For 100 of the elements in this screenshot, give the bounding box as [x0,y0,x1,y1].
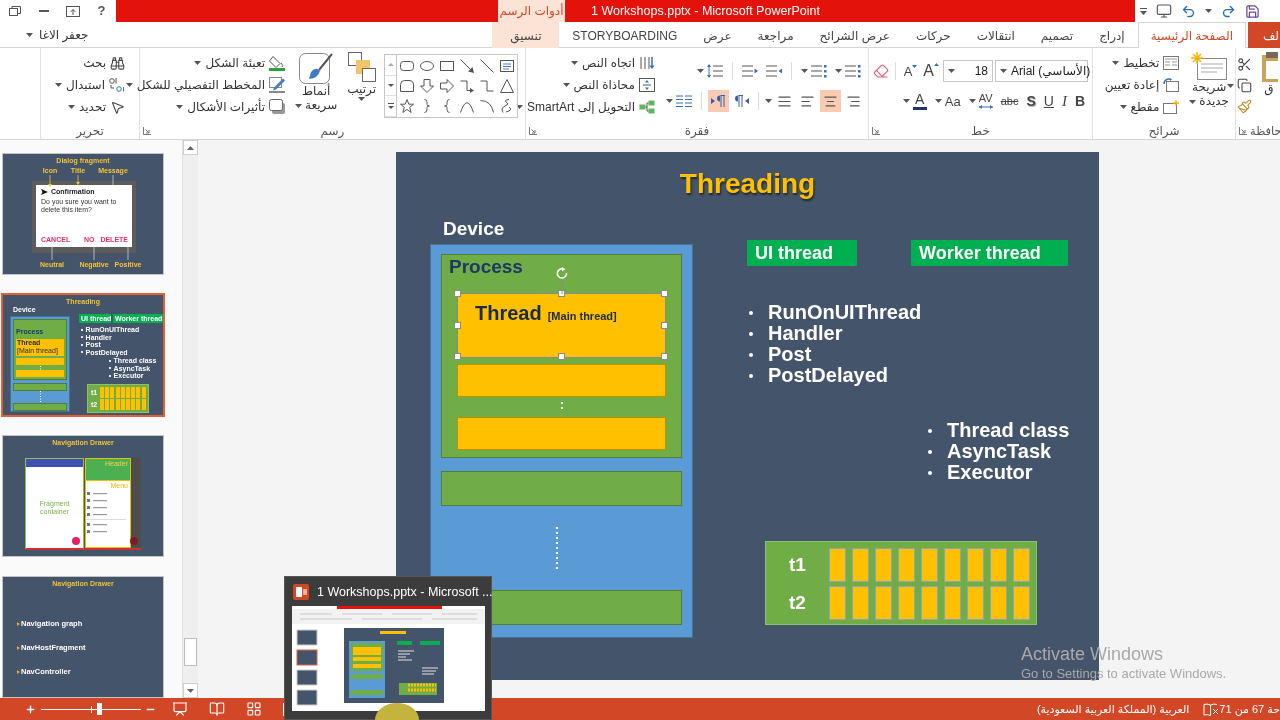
arrange-button[interactable]: ترتيب [345,52,378,101]
ribbon-tab[interactable]: STORYBOARDING [559,22,691,48]
elbow-connector-icon[interactable] [480,79,494,93]
ribbon-display-icon[interactable] [65,5,80,17]
font-name-field[interactable]: Arial (الأساسي) [995,60,1088,82]
bold-button[interactable]: B [1071,90,1088,112]
align-text-button[interactable]: محاذاة النص [560,74,657,96]
layout-button[interactable]: تخطيط [1110,52,1182,74]
copy-icon[interactable] [1237,78,1252,93]
font-color-button[interactable]: A [899,90,930,112]
scroll-up-icon[interactable] [387,63,394,67]
resize-handle-icon[interactable] [661,321,668,329]
ribbon-tab[interactable]: انتقالات [963,22,1028,48]
snip-corner-shape-icon[interactable] [400,79,414,93]
eraser-icon[interactable] [872,63,889,79]
slideshow-icon[interactable] [172,701,188,717]
save-icon[interactable] [1245,3,1260,19]
spell-check-icon[interactable] [1203,702,1220,716]
rectangle-icon[interactable] [440,59,454,73]
section-button[interactable]: مقطع [1117,96,1182,118]
dialog-launcher-icon[interactable] [529,126,537,135]
reset-button[interactable]: إعادة تعيين [1102,74,1182,96]
scissors-icon[interactable] [1237,57,1252,72]
line-icon[interactable] [480,59,494,73]
ribbon-tab[interactable]: تصميم [1027,22,1087,48]
user-account-button[interactable]: جعفر الاغا [26,22,89,47]
scroll-down-icon[interactable] [387,84,394,87]
ribbon-tab[interactable]: لف [1248,22,1280,48]
left-brace-icon[interactable] [444,99,450,113]
scroll-up-button[interactable] [183,140,198,155]
text-shadow-button[interactable]: S [1023,90,1039,112]
ribbon-tab[interactable]: الصفحة الرئيسية [1137,22,1246,48]
star-icon[interactable] [400,99,414,113]
resize-handle-icon[interactable] [557,353,565,360]
minimize-icon[interactable] [38,10,49,12]
bullet-text: Post [768,344,812,365]
zoom-slider-thumb[interactable] [96,703,102,715]
shrink-font-button[interactable]: A [901,64,920,78]
redo-icon[interactable] [1221,3,1236,19]
paintbrush-icon[interactable] [1237,99,1252,114]
ribbon-tab[interactable]: حركات [902,22,964,48]
rotate-handle-icon[interactable] [554,267,569,294]
ribbon-tab[interactable]: عرض الشرائح [806,22,903,48]
text-direction-button[interactable] [708,90,729,112]
right-arrow-icon[interactable] [440,79,454,93]
new-slide-button[interactable]: شريحة جديدة [1187,52,1231,108]
shape-effects-button[interactable]: تأثيرات الأشكال [174,96,288,118]
resize-handle-icon[interactable] [454,353,461,360]
dialog-launcher-icon[interactable] [1239,126,1247,135]
resize-handle-icon[interactable] [454,321,461,329]
italic-button[interactable]: I [1058,90,1070,112]
elbow-arrow-icon[interactable] [460,79,474,93]
rounded-rectangle-icon[interactable] [400,59,414,73]
oval-icon[interactable] [420,59,434,73]
customize-toolbar-icon[interactable] [1140,7,1147,15]
process-box [13,383,67,391]
undo-icon[interactable] [1181,3,1196,19]
shape-fill-button[interactable]: تعبئة الشكل [192,52,288,74]
reading-view-icon[interactable] [209,701,225,717]
zoom-slider[interactable] [41,703,141,715]
scroll-down-button[interactable] [183,683,198,698]
zoom-in-icon[interactable] [25,703,36,715]
resize-handle-icon[interactable] [661,290,668,297]
select-button[interactable]: تحديد [65,96,127,118]
smartart-button[interactable]: التحويل إلى SmartArt [514,96,657,118]
curve-icon[interactable] [460,99,474,113]
quick-styles-button[interactable]: أنماط سريعة [293,52,340,112]
arc-icon[interactable] [480,99,494,113]
shape-outline-button[interactable]: المخطط التفصيلي للشكل [123,74,288,96]
grow-font-button[interactable]: A [921,63,941,79]
more-icon[interactable] [387,103,394,110]
change-case-button[interactable]: Aa [931,90,964,112]
monitor-icon[interactable] [1156,3,1172,19]
down-arrow-icon[interactable] [420,79,434,93]
slide-sorter-icon[interactable] [246,701,262,717]
resize-handle-icon[interactable] [661,353,668,360]
arrow-line-icon[interactable] [460,59,474,73]
right-brace-icon[interactable] [424,99,430,113]
ribbon-tab[interactable]: مراجعة [744,22,807,48]
restore-icon[interactable] [8,6,21,16]
help-button[interactable]: ? [97,4,106,18]
ribbon-tab[interactable]: تنسيق [492,22,560,48]
resize-handle-icon[interactable] [454,290,461,297]
strikethrough-button[interactable]: abc [997,90,1022,112]
ribbon-tab[interactable]: إدراج [1086,22,1138,48]
text-box-icon[interactable] [500,59,514,73]
font-size-field[interactable]: 18 [943,60,993,82]
text-direction-button[interactable]: اتجاه النص [569,52,657,74]
alignment-button[interactable] [820,90,841,112]
scrollbar-thumb[interactable] [184,638,197,666]
ribbon-tab[interactable]: عرض [690,22,745,48]
underline-button[interactable]: U [1040,90,1057,112]
dialog-launcher-icon[interactable] [143,126,151,135]
paste-button[interactable]: ق [1258,52,1280,96]
find-button[interactable]: بحث [81,52,127,74]
dialog-launcher-icon[interactable] [872,126,880,135]
character-spacing-button[interactable]: AV [965,90,996,112]
resize-handle-icon[interactable] [557,290,565,297]
triangle-icon[interactable] [500,79,514,93]
freeform-icon[interactable] [500,99,514,113]
